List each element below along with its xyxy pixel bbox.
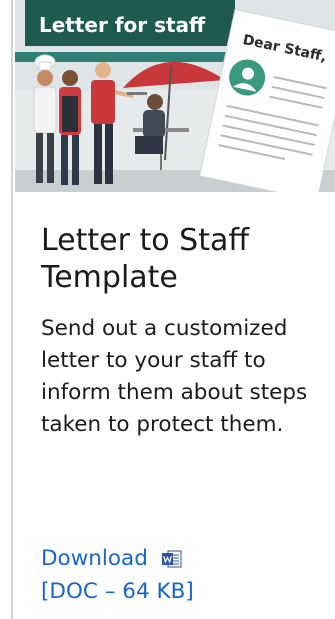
download-link[interactable]: Download [DOC – 64 KB] bbox=[41, 542, 331, 608]
word-document-icon bbox=[161, 550, 182, 568]
download-line: Download bbox=[41, 542, 331, 575]
resource-card: Letter for staff Dear Staff, Letter to S… bbox=[11, 0, 335, 619]
staff-letter-illustration: Letter for staff Dear Staff, bbox=[15, 0, 335, 192]
hero-illustration: Letter for staff Dear Staff, bbox=[15, 0, 335, 192]
card-title: Letter to Staff Template bbox=[41, 223, 250, 295]
download-label: Download bbox=[41, 546, 148, 571]
banner-title: Letter for staff bbox=[39, 13, 206, 37]
file-info: [DOC – 64 KB] bbox=[41, 579, 194, 604]
card-description: Send out a customized letter to your sta… bbox=[41, 316, 308, 437]
